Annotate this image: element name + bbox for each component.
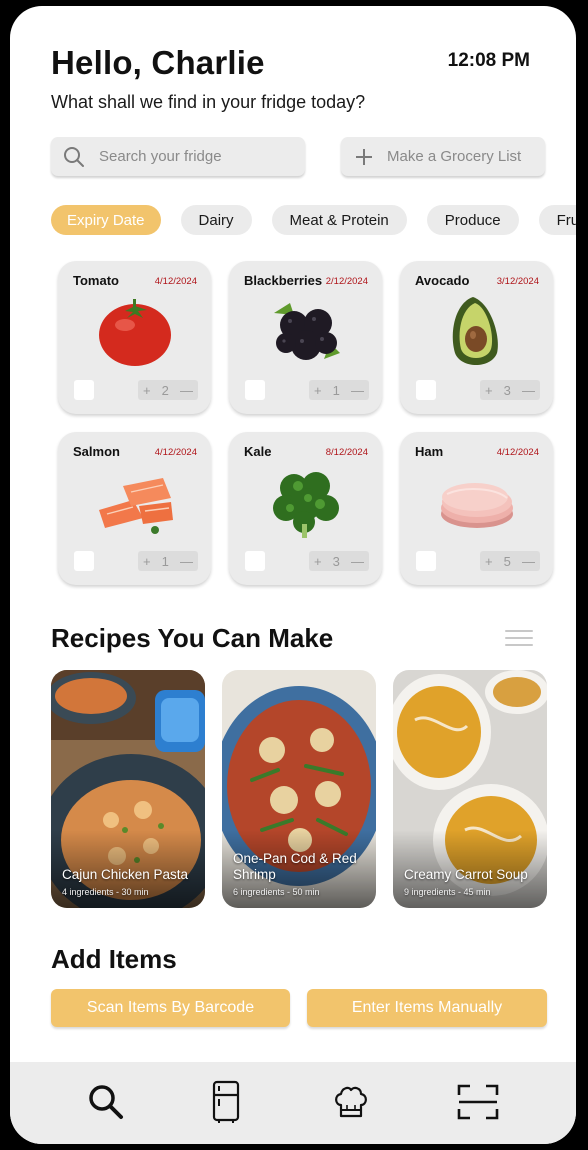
salmon-image (99, 478, 173, 534)
subtitle: What shall we find in your fridge today? (51, 92, 366, 112)
chip-dairy[interactable]: Dairy (180, 205, 252, 235)
item-name: Salmon (73, 444, 120, 459)
avocado-image (452, 297, 498, 365)
decrement-button[interactable]: — (522, 554, 535, 569)
search-input[interactable]: Search your fridge (51, 137, 305, 176)
item-name: Avocado (415, 273, 470, 288)
item-name: Kale (244, 444, 272, 459)
item-card[interactable]: Blackberries 2/12/2024 + 1 — (229, 261, 382, 414)
decrement-button[interactable]: — (351, 554, 364, 569)
quantity-stepper: + 3 — (480, 380, 540, 400)
make-grocery-list-button[interactable]: Make a Grocery List (341, 137, 545, 176)
expiry-date: 4/12/2024 (496, 447, 539, 458)
add-items-heading: Add Items (51, 944, 177, 974)
quantity-stepper: + 1 — (309, 380, 369, 400)
fridge-icon (212, 1080, 240, 1123)
app-screen: Hello, Charlie 12:08 PM What shall we fi… (10, 6, 576, 1144)
recipe-meta: 6 ingredients - 50 min (233, 887, 320, 897)
quantity-value: 1 (161, 553, 169, 569)
chip-fruit[interactable]: Fruit (538, 205, 576, 235)
quantity-stepper: + 3 — (309, 551, 369, 571)
item-name: Tomato (73, 273, 119, 288)
grocery-label: Make a Grocery List (387, 148, 522, 165)
item-checkbox[interactable] (245, 380, 265, 400)
item-card[interactable]: Salmon 4/12/2024 + 1 — (58, 432, 211, 585)
item-card[interactable]: Tomato 4/12/2024 + 2 — (58, 261, 211, 414)
recipe-name: Creamy Carrot Soup (404, 867, 528, 882)
item-name: Blackberries (244, 273, 323, 288)
tab-search[interactable] (84, 1080, 128, 1124)
increment-button[interactable]: + (314, 554, 322, 569)
decrement-button[interactable]: — (180, 383, 193, 398)
expiry-date: 4/12/2024 (154, 447, 197, 458)
quantity-value: 5 (503, 553, 511, 569)
scan-icon (457, 1084, 499, 1120)
quantity-stepper: + 5 — (480, 551, 540, 571)
greeting-title: Hello, Charlie (51, 44, 265, 81)
enter-manually-button[interactable]: Enter Items Manually (307, 989, 547, 1027)
bottom-tab-bar (10, 1062, 576, 1144)
search-placeholder: Search your fridge (99, 148, 222, 165)
increment-button[interactable]: + (485, 383, 493, 398)
item-checkbox[interactable] (74, 380, 94, 400)
recipe-meta: 4 ingredients - 30 min (62, 887, 149, 897)
recipe-meta: 9 ingredients - 45 min (404, 887, 491, 897)
item-card[interactable]: Ham 4/12/2024 + 5 — (400, 432, 553, 585)
item-checkbox[interactable] (416, 551, 436, 571)
recipes-heading: Recipes You Can Make (51, 623, 334, 653)
ham-image (441, 483, 513, 528)
increment-button[interactable]: + (143, 554, 151, 569)
search-icon (89, 1085, 123, 1119)
quantity-stepper: + 2 — (138, 380, 198, 400)
increment-button[interactable]: + (143, 383, 151, 398)
item-checkbox[interactable] (416, 380, 436, 400)
quantity-value: 3 (332, 553, 340, 569)
tab-scan[interactable] (456, 1080, 500, 1124)
recipe-name: Cajun Chicken Pasta (62, 867, 189, 882)
recipe-name: One-Pan Cod & Red Shrimp (233, 851, 357, 882)
chip-expiry-date[interactable]: Expiry Date (51, 205, 161, 235)
chip-produce[interactable]: Produce (426, 205, 519, 235)
kale-image (273, 472, 339, 538)
increment-button[interactable]: + (314, 383, 322, 398)
item-card[interactable]: Avocado 3/12/2024 + 3 — (400, 261, 553, 414)
item-checkbox[interactable] (245, 551, 265, 571)
item-checkbox[interactable] (74, 551, 94, 571)
item-name: Ham (415, 444, 444, 459)
filter-chips: Expiry Date Dairy Meat & Protein Produce… (51, 205, 576, 235)
chip-meat-protein[interactable]: Meat & Protein (271, 205, 407, 235)
quantity-stepper: + 1 — (138, 551, 198, 571)
decrement-button[interactable]: — (351, 383, 364, 398)
quantity-value: 2 (161, 382, 169, 398)
expiry-date: 8/12/2024 (325, 447, 368, 458)
tab-recipes[interactable] (329, 1080, 373, 1124)
expiry-date: 3/12/2024 (496, 276, 539, 287)
blackberries-image (274, 303, 340, 360)
decrement-button[interactable]: — (180, 554, 193, 569)
decrement-button[interactable]: — (522, 383, 535, 398)
search-icon (64, 146, 84, 167)
tomato-image (99, 299, 171, 366)
recipe-card[interactable]: Cajun Chicken Pasta 4 ingredients - 30 m… (51, 670, 205, 908)
item-card[interactable]: Kale 8/12/2024 + 3 — (229, 432, 382, 585)
plus-icon (356, 148, 372, 165)
clock: 12:08 PM (447, 50, 530, 71)
expiry-date: 2/12/2024 (325, 276, 368, 287)
quantity-value: 1 (332, 382, 340, 398)
increment-button[interactable]: + (485, 554, 493, 569)
tab-fridge[interactable] (204, 1080, 248, 1124)
recipe-card[interactable]: Creamy Carrot Soup 9 ingredients - 45 mi… (393, 670, 547, 908)
expiry-date: 4/12/2024 (154, 276, 197, 287)
quantity-value: 3 (503, 382, 511, 398)
scan-barcode-button[interactable]: Scan Items By Barcode (51, 989, 290, 1027)
recipe-card[interactable]: One-Pan Cod & Red Shrimp 6 ingredients -… (222, 670, 376, 908)
chef-hat-icon (335, 1086, 367, 1118)
menu-icon[interactable] (505, 630, 533, 650)
